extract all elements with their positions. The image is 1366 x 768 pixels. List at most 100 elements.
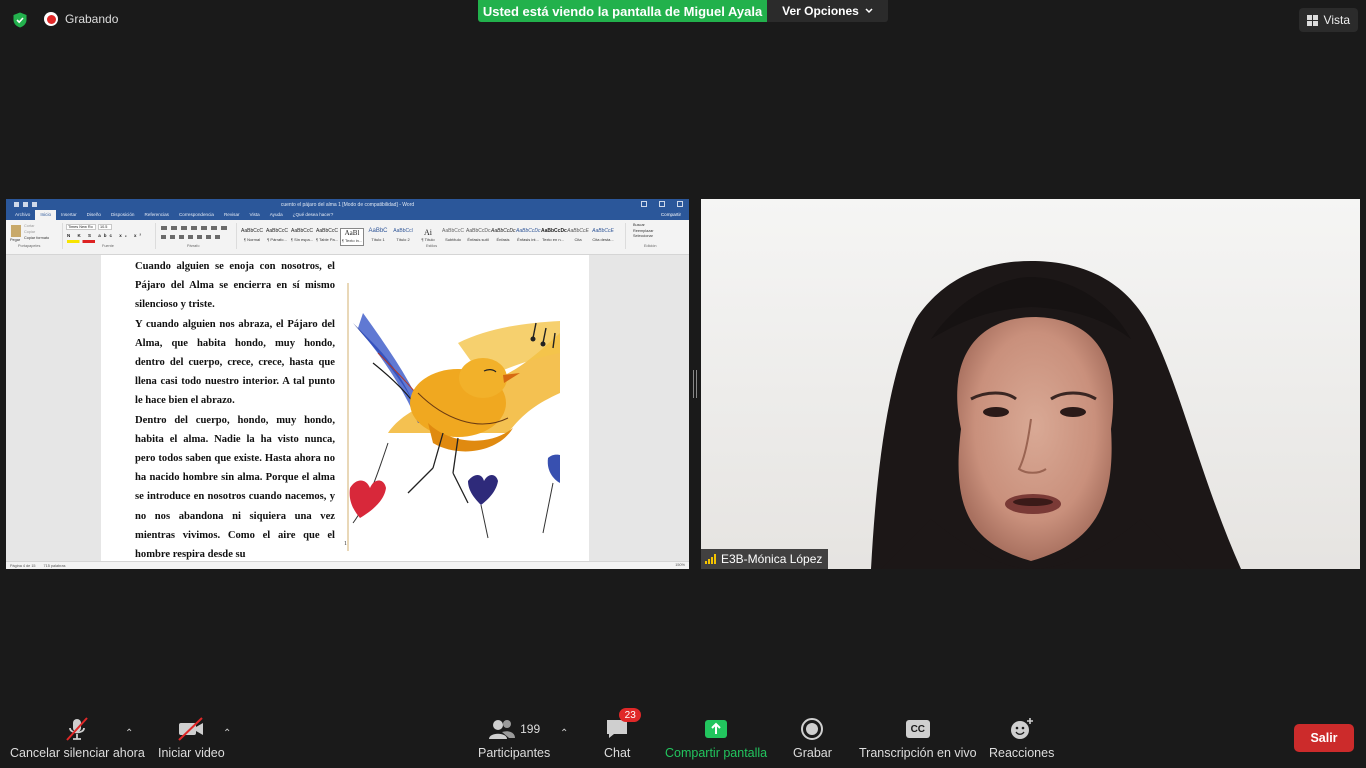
highlight-color-icon[interactable] <box>67 240 95 243</box>
word-tab-vista[interactable]: Vista <box>245 210 265 220</box>
cc-icon-label: CC <box>905 720 930 738</box>
style-heading-1[interactable]: AaBbC Título 1 <box>366 228 390 246</box>
style-sample: AaBbCcDc <box>466 228 491 234</box>
page-count[interactable]: Página 4 de 15 <box>10 564 36 568</box>
word-tab-insertar[interactable]: Insertar <box>56 210 82 220</box>
reactions-button[interactable]: Reacciones <box>989 716 1054 760</box>
share-screen-button[interactable]: Compartir pantalla <box>665 716 767 760</box>
document-page[interactable]: Cuando alguien se enoja con nosotros, el… <box>101 255 589 561</box>
paragraph: Cuando alguien se enoja con nosotros, el… <box>135 261 335 311</box>
ribbon-group-paragraph: Párrafo <box>157 223 237 249</box>
style-sample: AaBbCcC <box>291 228 313 234</box>
bird-illustration[interactable] <box>348 283 560 551</box>
audio-options-caret[interactable]: ⌃ <box>125 728 133 739</box>
participants-count: 199 <box>520 722 541 736</box>
participants-button[interactable]: 199 Participantes <box>478 716 550 760</box>
word-status-bar: Página 4 de 15 715 palabras 150% <box>6 561 689 569</box>
style-sample: AaBbC <box>368 228 388 234</box>
closed-caption-icon: CC <box>905 716 930 742</box>
paste-label[interactable]: Pegar <box>10 238 20 242</box>
view-label: Vista <box>1323 13 1350 27</box>
zoom-level[interactable]: 150% <box>675 563 685 567</box>
word-ribbon-tabs: Archivo Inicio Insertar Diseño Disposici… <box>6 210 689 220</box>
ribbon-group-editing: Buscar Reemplazar Seleccionar Edición <box>630 223 686 249</box>
participants-options-caret[interactable]: ⌃ <box>560 728 568 739</box>
view-options-button[interactable]: Ver Opciones <box>767 0 888 22</box>
share-banner: Usted está viendo la pantalla de Miguel … <box>478 0 767 22</box>
shared-screen[interactable]: cuento el pájaro del alma 1 [Modo de com… <box>6 199 689 569</box>
font-size-select[interactable]: 10.5 <box>98 224 112 230</box>
chevron-down-icon <box>865 8 873 14</box>
select-button[interactable]: Seleccionar <box>633 234 653 240</box>
video-options-caret[interactable]: ⌃ <box>223 728 231 739</box>
document-text[interactable]: Cuando alguien se enoja con nosotros, el… <box>135 257 335 561</box>
document-area[interactable]: Cuando alguien se enoja con nosotros, el… <box>6 255 689 561</box>
word-tab-diseno[interactable]: Diseño <box>82 210 106 220</box>
style-quote[interactable]: AaBbCcE Cita <box>566 228 590 246</box>
cut-button[interactable]: Cortar <box>24 224 35 228</box>
paragraph: Y cuando alguien nos abraza, el Pájaro d… <box>135 318 335 407</box>
style-intense-quote[interactable]: AaBbCcE Cita desta... <box>591 228 615 246</box>
reactions-icon <box>1009 716 1035 742</box>
style-subtle-emphasis[interactable]: AaBbCcDc Énfasis sutil <box>466 228 490 246</box>
word-tab-disposicion[interactable]: Disposición <box>106 210 140 220</box>
shield-icon[interactable] <box>12 12 28 28</box>
style-sample: AaBbCcl <box>393 228 413 234</box>
style-name: Subtítulo <box>445 237 461 242</box>
paste-icon[interactable] <box>11 225 21 237</box>
style-strong[interactable]: AaBbCcDc Texto en n... <box>541 228 567 246</box>
style-name: ¶ Sin espa... <box>290 237 314 242</box>
view-button[interactable]: Vista <box>1298 8 1358 32</box>
recording-indicator[interactable]: Grabando <box>44 12 118 26</box>
chat-unread-badge: 23 <box>619 708 642 722</box>
style-heading-2[interactable]: AaBbCcl Título 2 <box>391 228 415 246</box>
word-tab-archivo[interactable]: Archivo <box>10 210 35 220</box>
style-emphasis[interactable]: AaBbCcDc Énfasis <box>491 228 515 246</box>
leave-meeting-button[interactable]: Salir <box>1294 724 1354 752</box>
word-tab-ayuda[interactable]: Ayuda <box>265 210 288 220</box>
ribbon-group-clipboard: Pegar Cortar Copiar Copiar formato Porta… <box>8 223 63 249</box>
style-no-spacing[interactable]: AaBbCcC ¶ Sin espa... <box>290 228 314 246</box>
style-sample: AaBbCcDc <box>541 228 567 234</box>
style-body-text[interactable]: AaBl ¶ Texto in... <box>340 228 364 246</box>
word-tab-referencias[interactable]: Referencias <box>139 210 174 220</box>
style-paragraph[interactable]: AaBbCcC ¶ Párrafo... <box>265 228 289 246</box>
word-count[interactable]: 715 palabras <box>44 564 66 568</box>
start-video-button[interactable]: Iniciar video <box>158 716 225 760</box>
record-button[interactable]: Grabar <box>793 716 832 760</box>
participant-video-tile[interactable]: E3B-Mónica López <box>701 199 1360 569</box>
word-tab-revisar[interactable]: Revisar <box>219 210 245 220</box>
live-transcription-button[interactable]: CC Transcripción en vivo <box>859 716 977 760</box>
reactions-label: Reacciones <box>989 746 1055 760</box>
ribbon-group-styles: AaBbCcC ¶ Normal AaBbCcC ¶ Párrafo... AaBb… <box>238 223 626 249</box>
word-tab-inicio[interactable]: Inicio <box>35 210 57 220</box>
style-subtitle[interactable]: AaBbCcC Subtítulo <box>441 228 465 246</box>
transcription-label: Transcripción en vivo <box>859 746 977 760</box>
editing-buttons[interactable]: Buscar Reemplazar Seleccionar <box>633 223 653 240</box>
record-label: Grabar <box>793 746 832 760</box>
style-sample: AaBbCcDc <box>491 228 516 234</box>
style-table-paragraph[interactable]: AaBbCcC ¶ Table Pa... <box>315 228 339 246</box>
word-share-button[interactable]: Compartir <box>661 210 681 220</box>
style-normal[interactable]: AaBbCcC ¶ Normal <box>240 228 264 246</box>
format-painter-button[interactable]: Copiar formato <box>24 236 49 240</box>
style-sample: AaBl <box>344 229 360 237</box>
font-name-select[interactable]: Times New Ro <box>66 224 96 230</box>
style-sample: AaBbCcE <box>567 228 589 234</box>
chat-button[interactable]: 23 Chat <box>604 708 642 760</box>
view-options-label: Ver Opciones <box>782 4 859 18</box>
ribbon-group-font: Times New Ro 10.5 N K S abc x₂ x² Fuente <box>64 223 156 249</box>
split-divider-handle[interactable] <box>693 370 697 398</box>
style-name: Cita <box>574 237 582 242</box>
style-sample: Ai <box>424 228 432 237</box>
copy-button[interactable]: Copiar <box>24 230 35 234</box>
style-sample: AaBbCcC <box>241 228 263 234</box>
font-format-buttons[interactable]: N K S abc x₂ x² <box>67 233 144 238</box>
word-tab-correspondencia[interactable]: Correspondencia <box>174 210 219 220</box>
word-tell-me[interactable]: ¿Qué desea hacer? <box>288 210 339 220</box>
list-buttons[interactable] <box>161 226 231 230</box>
style-intense-emphasis[interactable]: AaBbCcDc Énfasis int... <box>516 228 540 246</box>
word-document-title: cuento el pájaro del alma 1 [Modo de com… <box>280 201 415 208</box>
ribbon-group-label: Fuente <box>102 244 114 248</box>
align-buttons[interactable] <box>161 235 221 239</box>
